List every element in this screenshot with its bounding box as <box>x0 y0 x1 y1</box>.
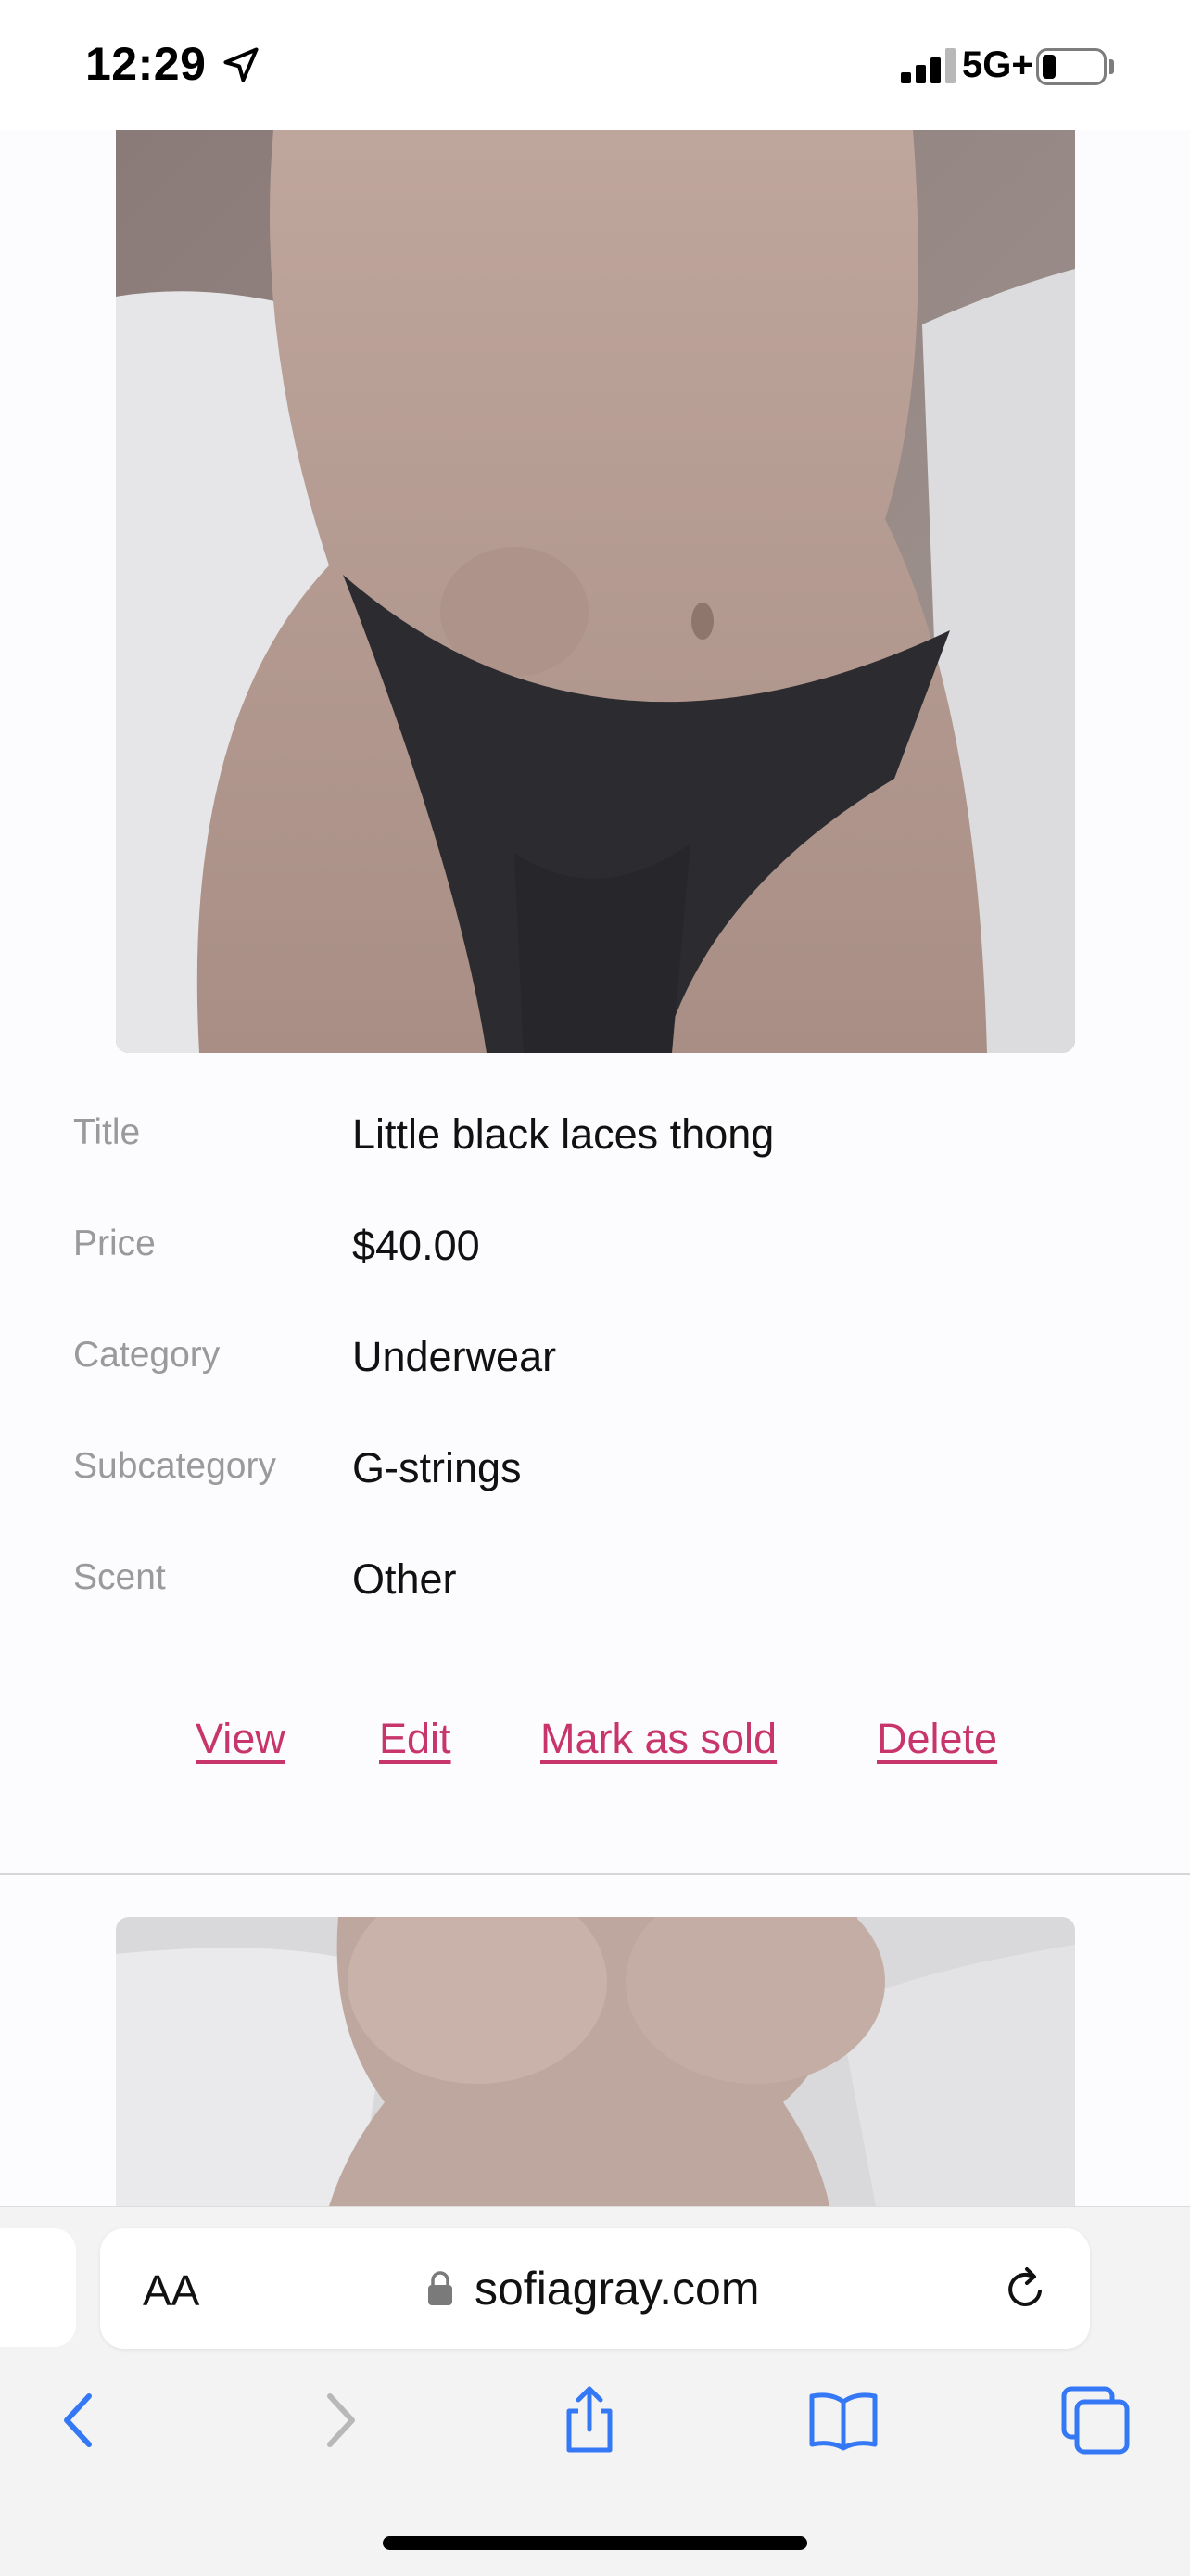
text-size-button[interactable]: AA <box>143 2265 199 2316</box>
url-text[interactable]: sofiagray.com <box>475 2262 760 2316</box>
share-button[interactable] <box>552 2383 627 2457</box>
view-link[interactable]: View <box>196 1715 285 1763</box>
status-time: 12:29 <box>85 38 207 90</box>
listing-photo[interactable] <box>116 1917 1075 2206</box>
browser-toolbar: AA sofiagray.com <box>0 2206 1190 2576</box>
listing-actions: View Edit Mark as sold Delete <box>0 1715 1190 1780</box>
subcategory-label: Subcategory <box>73 1446 276 1486</box>
listing-photo[interactable] <box>116 130 1075 1053</box>
previous-tab-preview[interactable] <box>0 2228 76 2347</box>
signal-bars-icon <box>901 48 958 83</box>
category-value: Underwear <box>352 1333 557 1380</box>
forward-button[interactable] <box>302 2383 376 2457</box>
location-arrow-icon <box>223 47 259 82</box>
share-icon <box>566 2386 613 2453</box>
price-label: Price <box>73 1224 156 1263</box>
price-value: $40.00 <box>352 1222 480 1269</box>
detail-row-price: Price $40.00 <box>0 1183 1190 1294</box>
home-indicator[interactable] <box>383 2536 807 2550</box>
status-bar: 12:29 5G+ <box>0 0 1190 130</box>
network-type: 5G+ <box>962 44 1033 85</box>
back-icon <box>64 2393 92 2447</box>
listing-photo-image <box>116 130 1075 1053</box>
scent-value: Other <box>352 1555 457 1603</box>
address-bar[interactable]: AA sofiagray.com <box>100 2228 1090 2349</box>
title-value: Little black laces thong <box>352 1110 775 1158</box>
forward-icon <box>327 2393 355 2447</box>
detail-row-scent: Scent Other <box>0 1516 1190 1628</box>
category-label: Category <box>73 1335 221 1375</box>
reload-icon[interactable] <box>999 2264 1051 2316</box>
detail-row-title: Title Little black laces thong <box>0 1072 1190 1183</box>
detail-row-category: Category Underwear <box>0 1294 1190 1405</box>
back-button[interactable] <box>43 2383 117 2457</box>
bookmarks-icon <box>809 2392 878 2451</box>
edit-link[interactable]: Edit <box>379 1715 451 1763</box>
listing-photo-image <box>116 1917 1075 2206</box>
lock-icon <box>428 2271 452 2305</box>
delete-link[interactable]: Delete <box>877 1715 997 1763</box>
bookmarks-button[interactable] <box>806 2383 880 2457</box>
subcategory-value: G-strings <box>352 1444 522 1491</box>
listing-divider <box>0 1873 1190 1875</box>
mark-as-sold-link[interactable]: Mark as sold <box>540 1715 777 1763</box>
tabs-button[interactable] <box>1058 2383 1133 2457</box>
title-label: Title <box>73 1112 141 1152</box>
detail-row-subcategory: Subcategory G-strings <box>0 1405 1190 1516</box>
battery-icon <box>1036 48 1107 85</box>
scent-label: Scent <box>73 1557 166 1597</box>
tabs-icon <box>1061 2386 1130 2455</box>
